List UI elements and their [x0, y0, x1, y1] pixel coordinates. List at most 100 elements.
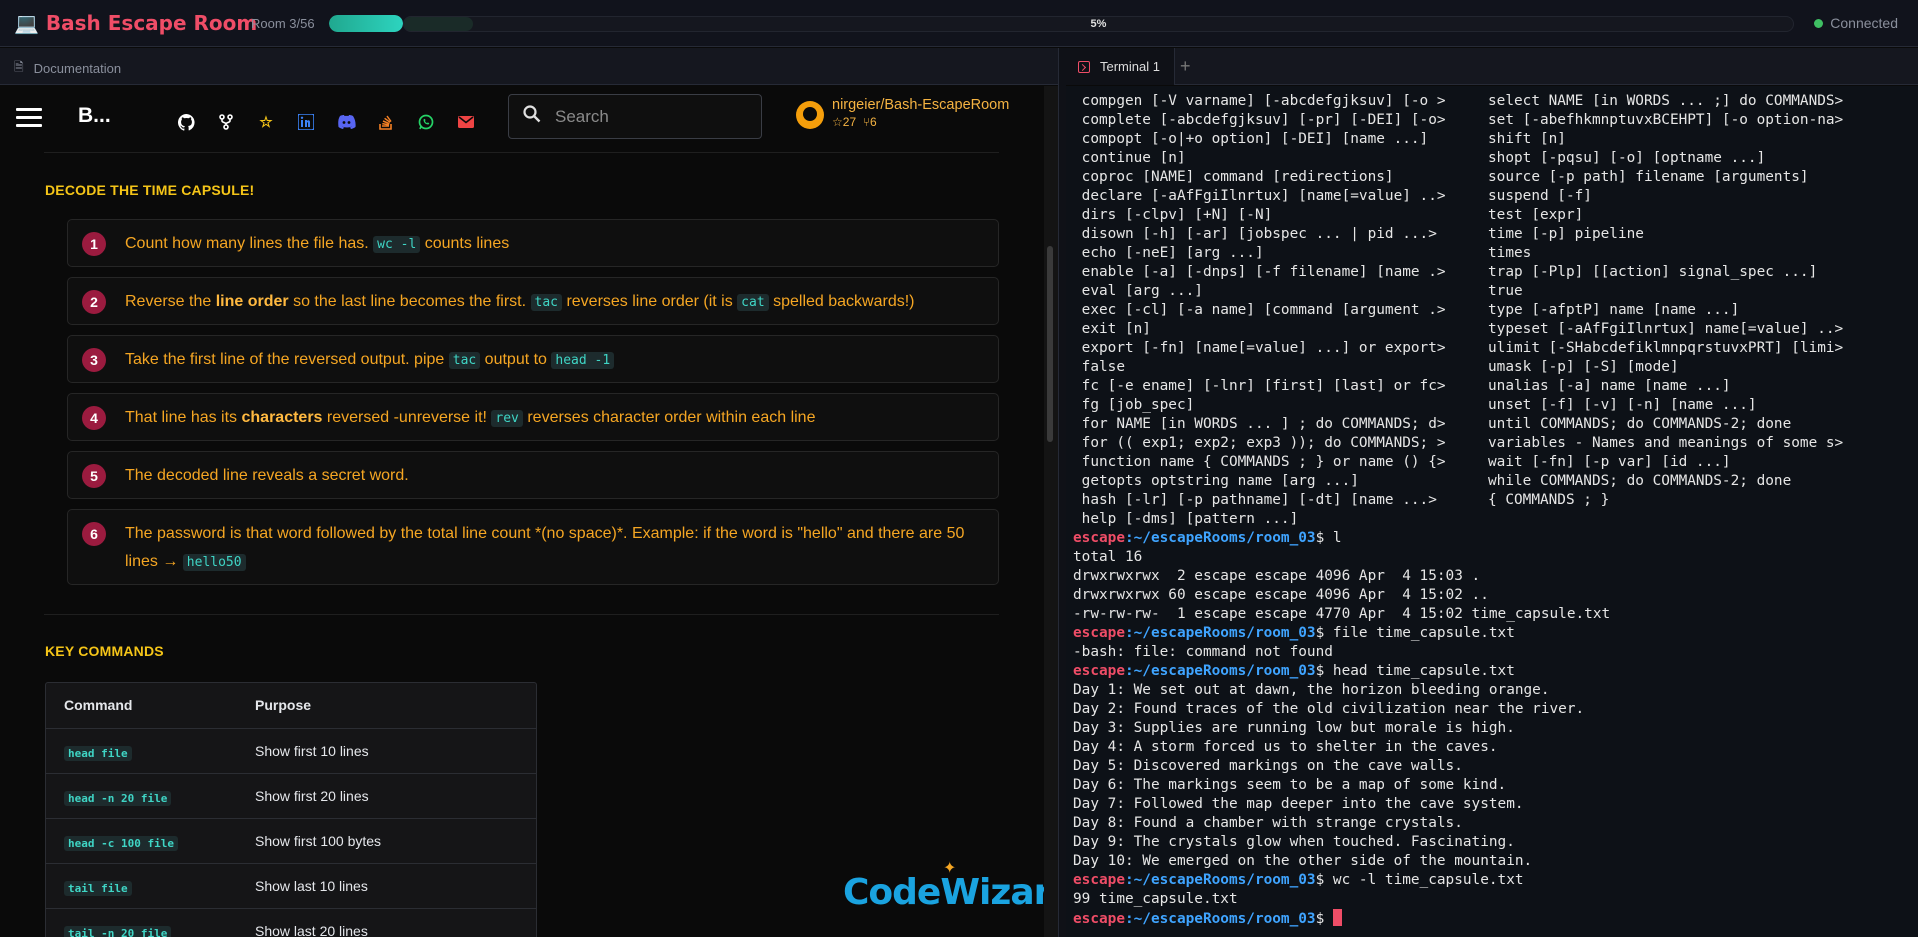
step-text: Take the first line of the reversed outp… — [125, 346, 984, 375]
search-placeholder: Search — [555, 106, 609, 126]
decode-step: 6 The password is that word followed by t… — [67, 509, 999, 585]
help-line-right: select NAME [in WORDS ... ;] do COMMANDS… — [1488, 93, 1844, 109]
help-line-left: compopt [-o|+o option] [-DEI] [name ...] — [1073, 131, 1429, 147]
prompt-line: escape:~/escapeRooms/room_03$ — [1073, 909, 1342, 929]
mail-icon[interactable] — [446, 112, 486, 132]
step-text-part: reversed -unreverse it! — [322, 409, 492, 426]
tab-terminal-1[interactable]: Terminal 1 — [1066, 48, 1175, 85]
table-row: head -n 20 file Show first 20 lines — [46, 773, 536, 818]
step-text-part: That line has its — [125, 409, 242, 426]
repo-stars: 27 — [842, 115, 857, 129]
decode-step: 2 Reverse the line order so the last line… — [67, 277, 999, 325]
command-cell: head -c 100 file — [64, 833, 178, 851]
new-terminal-button[interactable]: + — [1180, 56, 1191, 77]
inline-code: cat — [737, 294, 769, 311]
step-number-badge: 6 — [82, 522, 106, 546]
search-box[interactable]: Search — [508, 94, 762, 139]
help-line-left: compgen [-V varname] [-abcdefgjksuv] [-o… — [1073, 93, 1446, 109]
table-body: head file Show first 10 lines head -n 20 f… — [46, 728, 536, 937]
step-text-part: spelled backwards!) — [768, 293, 915, 310]
help-line-left: help [-dms] [pattern ...] — [1073, 511, 1299, 527]
connection-status-text: Connected — [1830, 15, 1898, 31]
column-header-purpose: Purpose — [255, 697, 312, 713]
help-line-left: disown [-h] [-ar] [jobspec ... | pid ...… — [1073, 226, 1437, 242]
documentation-panel: B... ☆ Search nirgeier/Bash-EscapeRoom ☆… — [0, 86, 1045, 937]
help-line-right: ulimit [-SHabcdefiklmnpqrstuvxPRT] [limi… — [1488, 340, 1844, 356]
tab-documentation[interactable]: 🗎 Documentation — [14, 58, 121, 79]
status-dot-icon — [1814, 18, 1824, 28]
terminal-output[interactable]: compgen [-V varname] [-abcdefgjksuv] [-o… — [1066, 86, 1918, 937]
command-text: l — [1332, 530, 1342, 546]
inline-code: hello50 — [182, 554, 246, 571]
prompt-path: :~/escapeRooms/room_03 — [1124, 872, 1316, 888]
doc-scrollbar-track[interactable] — [1044, 86, 1058, 937]
doc-scrollbar-thumb[interactable] — [1047, 246, 1053, 442]
section-divider — [44, 614, 999, 615]
help-line-left: for NAME [in WORDS ... ] ; do COMMANDS; … — [1073, 416, 1446, 432]
pane-divider[interactable] — [1058, 48, 1066, 937]
purpose-cell: Show first 100 bytes — [255, 833, 382, 849]
table-row: head -c 100 file Show first 100 bytes — [46, 818, 536, 863]
help-line-left: false — [1073, 359, 1125, 375]
repo-name: nirgeier/Bash-EscapeRoom — [832, 97, 1010, 113]
output-line: Day 1: We set out at dawn, the horizon b… — [1073, 682, 1550, 698]
help-line-right: wait [-fn] [-p var] [id ...] — [1488, 454, 1731, 470]
logo-text-code: Code — [843, 872, 941, 913]
help-line-right: unalias [-a] name [name ...] — [1488, 378, 1731, 394]
repo-link[interactable]: nirgeier/Bash-EscapeRoom ☆27 ⑂6 — [796, 97, 1009, 129]
step-text: Reverse the line order so the last line … — [125, 288, 984, 317]
inline-code: wc -l — [373, 236, 421, 253]
discord-icon[interactable] — [326, 112, 366, 132]
key-commands-title: KEY COMMANDS — [45, 643, 164, 659]
step-text-part: reverses character order within each lin… — [522, 409, 816, 426]
linkedin-icon[interactable] — [286, 112, 326, 132]
output-line: Day 9: The crystals glow when touched. F… — [1073, 834, 1515, 850]
help-line-left: fc [-e ename] [-lnr] [first] [last] or f… — [1073, 378, 1446, 394]
inline-code: tac — [530, 294, 562, 311]
github-icon[interactable] — [166, 112, 206, 132]
star-icon[interactable]: ☆ — [246, 112, 286, 132]
wizard-hat-icon: ✦ — [943, 858, 956, 877]
output-line: Day 3: Supplies are running low but mora… — [1073, 720, 1515, 736]
whatsapp-icon[interactable] — [406, 112, 446, 132]
help-line-right: set [-abefhkmnptuvxBCEHPT] [-o option-na… — [1488, 112, 1844, 128]
documentation-tab-bar: 🗎 Documentation — [0, 48, 1058, 85]
emphasis: line order — [215, 293, 289, 310]
command-text: head time_capsule.txt — [1332, 663, 1515, 679]
terminal-cursor — [1332, 909, 1342, 926]
stackoverflow-icon[interactable] — [366, 112, 406, 132]
help-line-left: fg [job_spec] — [1073, 397, 1195, 413]
output-line: total 16 — [1073, 549, 1143, 565]
prompt-path: :~/escapeRooms/room_03 — [1124, 530, 1316, 546]
help-line-right: times — [1488, 245, 1532, 261]
output-line: Day 6: The markings seem to be a map of … — [1073, 777, 1507, 793]
step-number-badge: 4 — [82, 406, 106, 430]
key-commands-table: Command Purpose head file Show first 10 l… — [45, 682, 537, 937]
decode-step: 3 Take the first line of the reversed out… — [67, 335, 999, 383]
logo-text-wizard: Wizard — [940, 872, 1045, 913]
search-icon — [509, 104, 555, 129]
help-line-left: coproc [NAME] command [redirections] — [1073, 169, 1394, 185]
output-line: 99 time_capsule.txt — [1073, 891, 1238, 907]
decode-step: 5 The decoded line reveals a secret word. — [67, 451, 999, 499]
terminal-icon — [1078, 60, 1090, 73]
connection-status: Connected — [1814, 15, 1898, 31]
help-line-left: getopts optstring name [arg ...] — [1073, 473, 1359, 489]
tab-documentation-label: Documentation — [33, 61, 122, 76]
purpose-cell: Show last 20 lines — [255, 923, 368, 937]
output-line: Day 4: A storm forced us to shelter in t… — [1073, 739, 1498, 755]
prompt-path: :~/escapeRooms/room_03 — [1124, 663, 1316, 679]
fork-icon[interactable] — [206, 112, 246, 132]
repo-forks: 6 — [870, 115, 877, 129]
output-line: Day 2: Found traces of the old civilizat… — [1073, 701, 1585, 717]
site-brand[interactable]: B... — [78, 104, 111, 128]
help-line-left: for (( exp1; exp2; exp3 )); do COMMANDS;… — [1073, 435, 1446, 451]
help-line-right: suspend [-f] — [1488, 188, 1592, 204]
hamburger-menu-icon[interactable] — [16, 108, 42, 128]
prompt-user: escape — [1073, 911, 1125, 927]
prompt-path: :~/escapeRooms/room_03 — [1124, 625, 1316, 641]
prompt-user: escape — [1073, 530, 1125, 546]
help-line-right: { COMMANDS ; } — [1488, 492, 1610, 508]
room-progress-bar — [329, 15, 403, 32]
top-bar: 💻 Bash Escape Room Room 3/56 5% Connecte… — [0, 0, 1918, 47]
